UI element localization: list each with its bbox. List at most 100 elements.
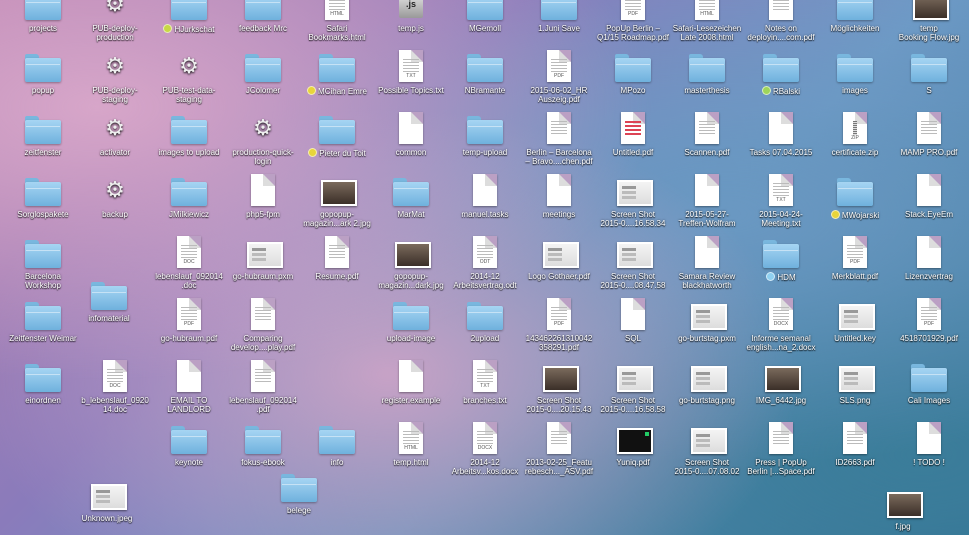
item-label-text: SLS.png: [839, 396, 871, 405]
item-label-text: SQL: [624, 334, 641, 343]
item-label-text: register.example: [381, 396, 441, 405]
item-label-text: Stack.EyeEm: [904, 210, 953, 219]
item-label-text: Screen Shot 2015-0....16.58.34: [600, 210, 666, 228]
item-label-text: temp Booking Flow.jpg: [898, 24, 960, 42]
file-badge: PDF: [924, 321, 934, 327]
item-label-text: 2upload: [470, 334, 500, 343]
item-label-text: gopopup- magazin...ark 2.jpg: [303, 210, 371, 228]
item-label-text: lebenslauf_092014 .doc: [155, 272, 223, 290]
item-label: MAMP PRO.pdf: [886, 148, 969, 157]
item-label-text: MCihan Emre: [318, 87, 367, 96]
screenshot-file-icon: [64, 478, 150, 512]
document-file-icon: [220, 298, 306, 332]
item-label-text: Möglichkeiten: [830, 24, 880, 33]
color-tag-dot: [830, 210, 840, 219]
document-file-icon: PDF: [886, 298, 969, 332]
item-label-text: Resume.pdf: [315, 272, 359, 281]
desktop-item[interactable]: temp Booking Flow.jpg: [886, 0, 969, 42]
desktop-item[interactable]: Comparing develop....play.pdf: [220, 298, 306, 352]
file-badge: DOCX: [477, 445, 493, 451]
file-badge: DOCX: [773, 321, 789, 327]
color-tag-dot: [308, 148, 318, 157]
item-label-text: ID2663.pdf: [835, 458, 875, 467]
color-tag-dot: [761, 86, 771, 95]
item-label-text: info: [330, 458, 344, 467]
item-label: Comparing develop....play.pdf: [220, 334, 306, 352]
item-label: Stack.EyeEm: [886, 210, 969, 219]
item-label-text: certificate.zip: [831, 148, 879, 157]
file-badge: ODT: [479, 259, 491, 265]
file-badge: DOC: [109, 383, 121, 389]
item-label-text: Zeitfenster Weimar: [9, 334, 77, 343]
item-label: Zeitfenster Weimar: [0, 334, 86, 343]
item-label-text: HJurkschat: [174, 25, 215, 34]
desktop-item[interactable]: S: [886, 50, 969, 95]
item-label-text: Yuniq.pdf: [616, 458, 650, 467]
item-label-text: temp-upload: [462, 148, 508, 157]
item-label-text: projects: [28, 24, 57, 33]
item-label-text: temp.js: [398, 24, 424, 33]
file-badge: HTML: [404, 445, 418, 451]
item-label-text: RBalski: [772, 87, 801, 96]
item-label: Lizenzvertrag: [886, 272, 969, 281]
item-label-text: manuel.tasks: [461, 210, 509, 219]
desktop-item[interactable]: ! TODO !: [886, 422, 969, 467]
image-file-icon: [886, 0, 969, 22]
item-label-text: Press | PopUp Berlin |...Space.pdf: [747, 458, 815, 476]
item-label: ! TODO !: [886, 458, 969, 467]
folder-icon: [256, 470, 342, 504]
item-label-text: keynote: [174, 458, 204, 467]
item-label-text: meetings: [542, 210, 576, 219]
item-label-text: 2014-12 Arbeitsv...kos.docx: [451, 458, 519, 476]
item-label: f.jpg: [860, 522, 946, 531]
desktop-item[interactable]: lebenslauf_092014 .pdf: [220, 360, 306, 414]
item-label-text: images to upload: [158, 148, 220, 157]
folder-icon: [886, 360, 969, 394]
item-label-text: Untitled.key: [834, 334, 876, 343]
desktop-item[interactable]: f.jpg: [860, 486, 946, 531]
item-label-text: Tasks 07.04.2015: [749, 148, 813, 157]
item-label-text: fokus-ebook: [241, 458, 285, 467]
item-label-text: go-hubraum.pxm: [232, 272, 294, 281]
document-file-icon: [886, 112, 969, 146]
desktop-item[interactable]: Lizenzvertrag: [886, 236, 969, 281]
desktop-item[interactable]: Zeitfenster Weimar: [0, 298, 86, 343]
item-label-text: belege: [286, 506, 312, 515]
file-badge: HTML: [700, 11, 714, 17]
desktop-item[interactable]: Unknown.jpeg: [64, 478, 150, 523]
item-label-text: PopUp Berlin – Q1/15 Roadmap.pdf: [596, 24, 670, 42]
item-label-text: JMilkiewicz: [169, 210, 209, 219]
item-label-text: Sorglospakete: [17, 210, 69, 219]
item-label: temp Booking Flow.jpg: [886, 24, 969, 42]
desktop: projects ⚙ PUB-deploy- production HJurkscha…: [0, 0, 969, 535]
color-tag-dot: [163, 24, 173, 33]
file-badge: PDF: [184, 321, 194, 327]
file-badge: ZIP: [851, 135, 859, 141]
item-label-text: Safari-Lesezeichen Late 2008.html: [672, 24, 742, 42]
desktop-item[interactable]: Cali Images: [886, 360, 969, 405]
file-badge: TXT: [406, 73, 416, 79]
item-label-text: Notes on deployin....com.pdf: [747, 24, 815, 42]
item-label-text: Logo Gothaer.pdf: [528, 272, 590, 281]
item-label-text: Untitled.pdf: [612, 148, 654, 157]
color-tag-dot: [766, 272, 776, 281]
desktop-item[interactable]: Stack.EyeEm: [886, 174, 969, 219]
item-label-text: MGemoll: [468, 24, 501, 33]
desktop-item[interactable]: belege: [256, 470, 342, 515]
desktop-item[interactable]: PDF 4518701929.pdf: [886, 298, 969, 343]
item-label-text: 4518701929.pdf: [900, 334, 958, 343]
item-label: belege: [256, 506, 342, 515]
image-file-icon: [860, 486, 946, 520]
item-label-text: branches.txt: [463, 396, 507, 405]
desktop-item[interactable]: MAMP PRO.pdf: [886, 112, 969, 157]
item-label-text: feedback Mrc: [238, 24, 288, 33]
item-label-text: Scannen.pdf: [684, 148, 730, 157]
file-badge: TXT: [776, 197, 786, 203]
item-label-text: Informe semanal english...na_2.docx: [746, 334, 816, 352]
item-label-text: Possible Topics.txt: [378, 86, 444, 95]
item-label-text: IMG_6442.jpg: [755, 396, 807, 405]
item-label-text: go-burtstag.png: [678, 396, 736, 405]
item-label-text: Lizenzvertrag: [904, 272, 954, 281]
item-label-text: S: [926, 86, 932, 95]
item-label: 4518701929.pdf: [886, 334, 969, 343]
